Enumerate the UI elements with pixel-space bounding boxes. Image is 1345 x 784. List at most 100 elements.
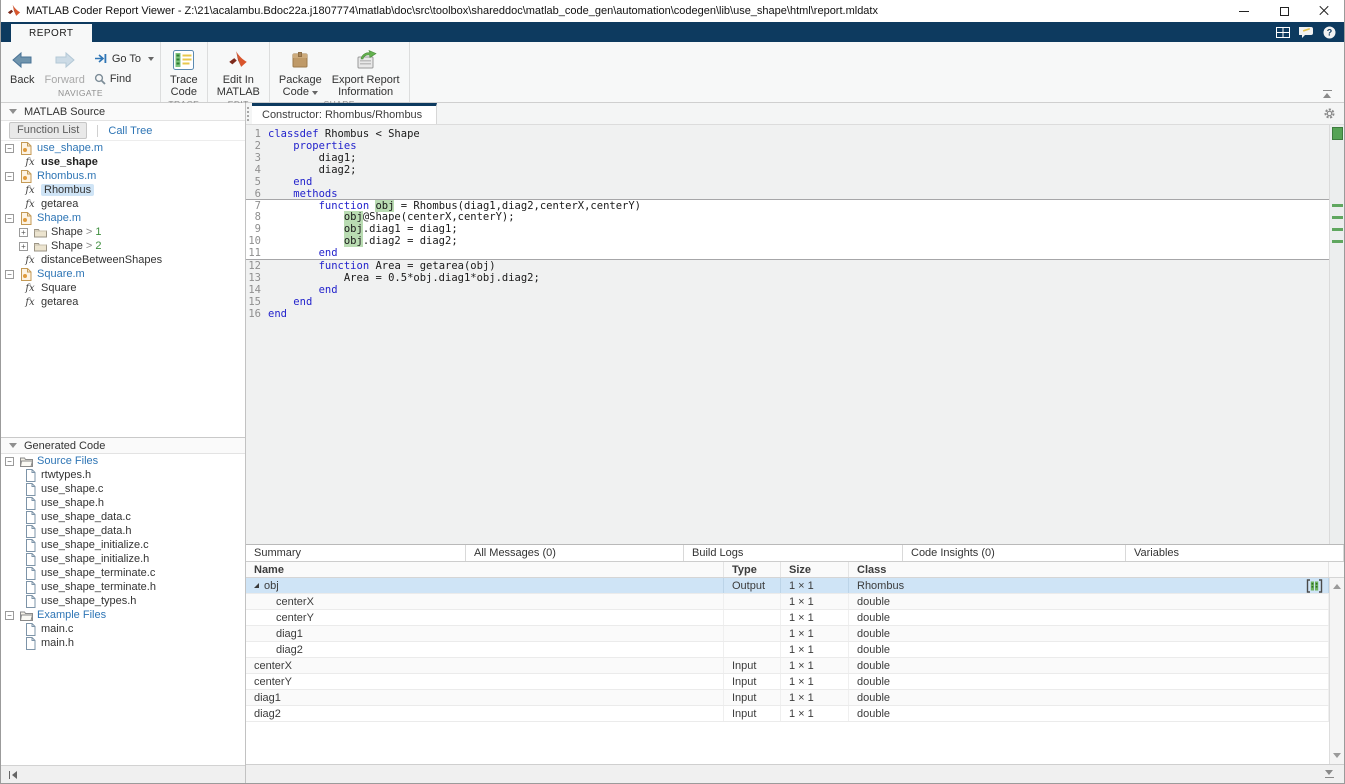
collapse-node-icon[interactable]: − (5, 144, 14, 153)
highlight-marker-icon[interactable] (1332, 240, 1343, 243)
tree-item-main.c[interactable]: main.c (1, 622, 245, 636)
column-header-type[interactable]: Type (724, 562, 781, 577)
collapse-node-icon[interactable]: − (5, 270, 14, 279)
maximize-button[interactable] (1264, 0, 1304, 22)
marker-overview-icon[interactable] (1332, 127, 1343, 140)
tree-item-getarea[interactable]: fxgetarea (1, 295, 245, 309)
code-view[interactable]: 1classdef Rhombus < Shape2 properties3 d… (246, 125, 1344, 544)
code-line-14[interactable]: 14 end (246, 284, 1329, 296)
tree-item-shape[interactable]: +Shape > 1 (1, 225, 245, 239)
sidebar-horizontal-scrollbar[interactable] (1, 765, 245, 783)
tree-item-source-files[interactable]: −Source Files (1, 454, 245, 468)
splitter-grip[interactable] (247, 107, 250, 121)
code-line-11[interactable]: 11 end (246, 247, 1329, 259)
back-button[interactable]: Back (5, 47, 39, 87)
table-vertical-scrollbar[interactable] (1329, 578, 1344, 764)
tab-report[interactable]: REPORT (11, 24, 92, 42)
highlight-marker-icon[interactable] (1332, 204, 1343, 207)
tree-item-use-shape.h[interactable]: use_shape.h (1, 496, 245, 510)
bottom-tab-build-logs[interactable]: Build Logs (684, 545, 903, 561)
feedback-icon[interactable] (1299, 26, 1314, 38)
variable-row-diag1[interactable]: diag1Input1 × 1double (246, 690, 1329, 706)
variable-row-centerY[interactable]: centerYInput1 × 1double (246, 674, 1329, 690)
code-line-10[interactable]: 10 obj.diag2 = diag2; (246, 235, 1329, 247)
collapse-node-icon[interactable]: − (5, 214, 14, 223)
code-line-16[interactable]: 16end (246, 308, 1329, 320)
tree-item-use-shape-data.h[interactable]: use_shape_data.h (1, 524, 245, 538)
tree-item-getarea[interactable]: fxgetarea (1, 197, 245, 211)
help-icon[interactable]: ? (1323, 26, 1336, 39)
tree-item-example-files[interactable]: −Example Files (1, 608, 245, 622)
trace-code-button[interactable]: TraceCode (165, 47, 203, 99)
variable-row-diag2[interactable]: diag21 × 1double (246, 642, 1329, 658)
code-line-8[interactable]: 8 obj@Shape(centerX,centerY); (246, 211, 1329, 223)
code-line-3[interactable]: 3 diag1; (246, 152, 1329, 164)
expand-node-icon[interactable]: + (19, 242, 28, 251)
code-line-5[interactable]: 5 end (246, 176, 1329, 188)
tree-item-shape.m[interactable]: −Shape.m (1, 211, 245, 225)
export-report-button[interactable]: Export ReportInformation (327, 47, 405, 99)
tree-item-rhombus.m[interactable]: −Rhombus.m (1, 169, 245, 183)
minimize-button[interactable] (1224, 0, 1264, 22)
variable-row-obj[interactable]: objOutput1 × 1Rhombus (246, 578, 1329, 594)
generated-code-header[interactable]: Generated Code (1, 437, 245, 454)
code-line-13[interactable]: 13 Area = 0.5*obj.diag1*obj.diag2; (246, 272, 1329, 284)
collapse-node-icon[interactable]: − (5, 172, 14, 181)
tree-item-use-shape.c[interactable]: use_shape.c (1, 482, 245, 496)
bottom-tab-summary[interactable]: Summary (246, 545, 466, 561)
expand-node-icon[interactable]: + (19, 228, 28, 237)
editor-tab-constructor[interactable]: Constructor: Rhombus/Rhombus (252, 103, 437, 124)
code-line-15[interactable]: 15 end (246, 296, 1329, 308)
code-line-1[interactable]: 1classdef Rhombus < Shape (246, 128, 1329, 140)
find-button[interactable]: Find (94, 70, 154, 87)
tree-item-use-shape-terminate.h[interactable]: use_shape_terminate.h (1, 580, 245, 594)
collapse-row-icon[interactable] (254, 583, 259, 588)
collapse-node-icon[interactable]: − (5, 611, 14, 620)
tree-item-distancebetweenshapes[interactable]: fxdistanceBetweenShapes (1, 253, 245, 267)
tree-item-use-shape[interactable]: fxuse_shape (1, 155, 245, 169)
tree-item-use-shape-initialize.h[interactable]: use_shape_initialize.h (1, 552, 245, 566)
code-line-7[interactable]: 7 function obj = Rhombus(diag1,diag2,cen… (246, 199, 1329, 211)
bottom-tab-all-messages[interactable]: All Messages (0) (466, 545, 684, 561)
tree-item-use-shape-data.c[interactable]: use_shape_data.c (1, 510, 245, 524)
column-header-class[interactable]: Class (849, 562, 1329, 577)
highlight-marker-icon[interactable] (1332, 228, 1343, 231)
goto-button[interactable]: Go To (94, 50, 154, 67)
collapse-panel-icon[interactable] (1324, 769, 1336, 779)
tree-item-use-shape-terminate.c[interactable]: use_shape_terminate.c (1, 566, 245, 580)
code-line-4[interactable]: 4 diag2; (246, 164, 1329, 176)
tab-function-list[interactable]: Function List (9, 122, 87, 139)
bottom-tab-variables[interactable]: Variables (1126, 545, 1344, 561)
tree-item-main.h[interactable]: main.h (1, 636, 245, 650)
edit-in-matlab-button[interactable]: Edit InMATLAB (212, 47, 265, 99)
code-marker-bar[interactable] (1329, 125, 1344, 544)
highlight-marker-icon[interactable] (1332, 216, 1343, 219)
collapse-ribbon-icon[interactable] (1322, 90, 1334, 99)
tree-item-rhombus[interactable]: fxRhombus (1, 183, 245, 197)
code-line-2[interactable]: 2 properties (246, 140, 1329, 152)
bottom-tab-code-insights[interactable]: Code Insights (0) (903, 545, 1126, 561)
tree-item-square.m[interactable]: −Square.m (1, 267, 245, 281)
tree-item-rtwtypes.h[interactable]: rtwtypes.h (1, 468, 245, 482)
layout-icon[interactable] (1276, 27, 1290, 38)
tree-item-use-shape-initialize.c[interactable]: use_shape_initialize.c (1, 538, 245, 552)
tree-item-square[interactable]: fxSquare (1, 281, 245, 295)
package-code-button[interactable]: PackageCode (274, 47, 327, 99)
tree-item-use-shape.m[interactable]: −use_shape.m (1, 141, 245, 155)
variable-row-centerX[interactable]: centerXInput1 × 1double (246, 658, 1329, 674)
variable-row-centerX[interactable]: centerX1 × 1double (246, 594, 1329, 610)
close-button[interactable] (1304, 0, 1344, 22)
column-header-name[interactable]: Name (246, 562, 724, 577)
tab-call-tree[interactable]: Call Tree (108, 125, 152, 137)
column-header-size[interactable]: Size (781, 562, 849, 577)
forward-button[interactable]: Forward (39, 47, 89, 87)
variable-row-centerY[interactable]: centerY1 × 1double (246, 610, 1329, 626)
code-line-12[interactable]: 12 function Area = getarea(obj) (246, 260, 1329, 272)
settings-gear-icon[interactable] (1323, 107, 1336, 123)
variable-row-diag1[interactable]: diag11 × 1double (246, 626, 1329, 642)
variable-row-diag2[interactable]: diag2Input1 × 1double (246, 706, 1329, 722)
tree-item-shape[interactable]: +Shape > 2 (1, 239, 245, 253)
matlab-source-header[interactable]: MATLAB Source (1, 103, 245, 121)
tree-item-use-shape-types.h[interactable]: use_shape_types.h (1, 594, 245, 608)
code-line-9[interactable]: 9 obj.diag1 = diag1; (246, 223, 1329, 235)
